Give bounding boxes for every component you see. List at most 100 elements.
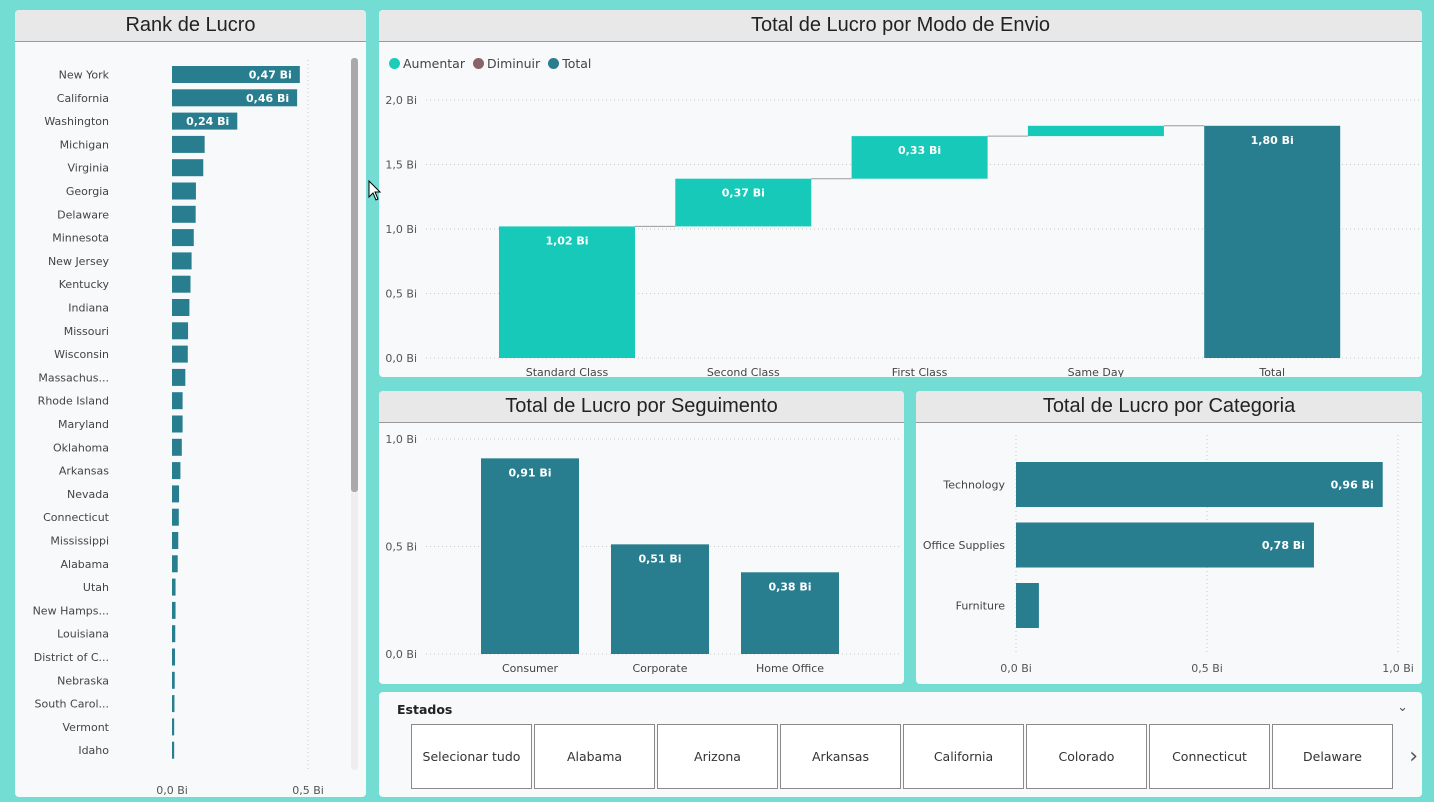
bar (172, 648, 175, 666)
slicer-tile[interactable]: Arkansas (780, 724, 901, 789)
bar (172, 741, 175, 759)
y-tick-label: 0,0 Bi (385, 352, 417, 365)
data-label: 0,24 Bi (186, 115, 229, 128)
category-label: Standard Class (526, 366, 609, 377)
category-label: Office Supplies (923, 539, 1005, 552)
slicer-tile[interactable]: Alabama (534, 724, 655, 789)
bar (172, 532, 179, 549)
bar (172, 625, 176, 643)
bar (172, 415, 183, 433)
category-label: Michigan (60, 138, 109, 151)
data-label: 0,38 Bi (768, 580, 811, 593)
y-tick-label: 0,5 Bi (385, 541, 417, 554)
bar (172, 182, 196, 200)
y-tick-label: 1,5 Bi (385, 159, 417, 172)
category-label: California (57, 92, 109, 105)
rank-chart: 0,0 Bi 0,5 Bi New York 0,47 Bi California 0,4… (33, 60, 324, 797)
category-label: Maryland (58, 418, 109, 431)
category-label: New Jersey (48, 255, 110, 268)
bar (172, 368, 186, 386)
chevron-right-icon[interactable]: › (1409, 744, 1418, 769)
x-tick-label: 0,5 Bi (292, 784, 324, 797)
data-label: 0,91 Bi (508, 466, 551, 479)
category-label: Massachus... (38, 371, 109, 384)
bar (172, 555, 178, 573)
bar (851, 136, 988, 179)
modo-panel-title: Total de Lucro por Modo de Envio (379, 10, 1422, 42)
slicer-tiles: Selecionar tudo Alabama Arizona Arkansas… (411, 724, 1393, 789)
y-tick-label: 0,5 Bi (385, 288, 417, 301)
bar (1016, 583, 1039, 628)
data-label: 0,33 Bi (898, 144, 941, 157)
data-label: 0,51 Bi (638, 552, 681, 565)
bar (172, 345, 188, 363)
category-label: Home Office (756, 662, 824, 675)
rank-scrollbar-thumb[interactable] (351, 58, 358, 492)
y-tick-label: 0,0 Bi (385, 648, 417, 661)
cat-panel: Total de Lucro por Categoria 0,0 Bi 0,5 B… (916, 391, 1422, 684)
slicer-tile[interactable]: Connecticut (1149, 724, 1270, 789)
bar (172, 671, 175, 689)
data-label: 0,46 Bi (246, 92, 289, 105)
slicer-tile-select-all[interactable]: Selecionar tudo (411, 724, 532, 789)
data-label: 1,02 Bi (545, 234, 588, 247)
bar (172, 695, 175, 713)
category-label: South Carol... (35, 698, 109, 711)
bar (172, 205, 196, 223)
bar (172, 322, 189, 340)
slicer-title: Estados (397, 702, 453, 717)
slicer-tile[interactable]: Arizona (657, 724, 778, 789)
category-label: Connecticut (43, 511, 110, 524)
category-label: Nebraska (57, 674, 109, 687)
category-label: New York (59, 69, 110, 82)
category-label: New Hamps... (33, 604, 109, 617)
category-label: Idaho (78, 744, 109, 757)
data-label: 0,47 Bi (249, 69, 292, 82)
category-label: Vermont (63, 721, 110, 734)
data-label: 1,80 Bi (1251, 134, 1294, 147)
y-tick-label: 2,0 Bi (385, 94, 417, 107)
mouse-cursor-icon (368, 180, 382, 201)
cat-panel-title: Total de Lucro por Categoria (916, 391, 1422, 423)
category-label: Wisconsin (54, 348, 109, 361)
bar (172, 159, 204, 177)
category-label: Louisiana (57, 628, 109, 641)
seg-chart: 0,0 Bi 0,5 Bi 1,0 Bi 0,91 Bi Consumer 0,51 Bi… (385, 433, 901, 675)
data-label: 0,78 Bi (1262, 539, 1305, 552)
slicer-tile[interactable]: Delaware (1272, 724, 1393, 789)
category-label: Technology (942, 479, 1005, 492)
bar (172, 462, 181, 480)
category-label: Washington (44, 115, 109, 128)
slicer-tile[interactable]: California (903, 724, 1024, 789)
bar (172, 392, 183, 410)
bar (1027, 125, 1164, 137)
modo-panel: Total de Lucro por Modo de Envio Aumenta… (379, 10, 1422, 377)
bar (172, 485, 180, 503)
category-label: Same Day (1068, 366, 1125, 377)
category-label: Kentucky (59, 278, 110, 291)
category-label: Virginia (68, 162, 109, 175)
bar (172, 135, 205, 153)
bar (172, 508, 179, 526)
x-tick-label: 0,5 Bi (1191, 662, 1223, 675)
bar (1016, 462, 1383, 507)
rank-scrollbar[interactable] (351, 58, 358, 770)
chevron-down-icon[interactable]: ⌄ (1397, 700, 1408, 715)
category-label: Corporate (633, 662, 688, 675)
category-label: Rhode Island (38, 395, 109, 408)
category-label: Consumer (502, 662, 559, 675)
rank-panel-title: Rank de Lucro (15, 10, 366, 42)
bar (172, 252, 192, 270)
modo-chart: 0,0 Bi 0,5 Bi 1,0 Bi 1,5 Bi 2,0 Bi 1,02 Bi Sta… (385, 94, 1419, 377)
x-tick-label: 0,0 Bi (156, 784, 188, 797)
x-tick-label: 1,0 Bi (1382, 662, 1414, 675)
slicer-tile[interactable]: Colorado (1026, 724, 1147, 789)
y-tick-label: 1,0 Bi (385, 223, 417, 236)
category-label: Indiana (68, 302, 109, 315)
category-label: Georgia (66, 185, 109, 198)
bar (1204, 125, 1341, 358)
category-label: Minnesota (52, 232, 109, 245)
data-label: 0,37 Bi (722, 187, 765, 200)
bar (172, 229, 194, 247)
bar (481, 458, 579, 654)
